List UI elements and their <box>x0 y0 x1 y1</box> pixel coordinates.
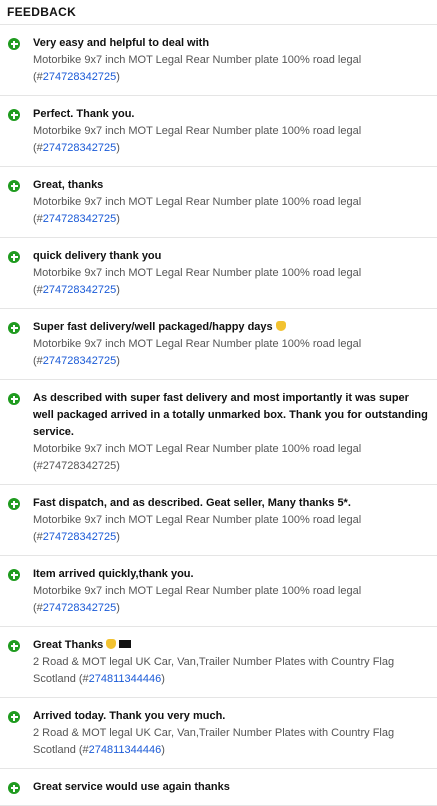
feedback-item: Very easy and helpful to deal with Motorb… <box>0 25 437 96</box>
feedback-comment-text: As described with super fast delivery an… <box>33 392 428 438</box>
feedback-item: Super fast delivery/well packaged/happy … <box>0 309 437 380</box>
product-suffix: ) <box>116 71 120 83</box>
plus-circle-icon <box>8 782 20 794</box>
feedback-comment: Great service would use again thanks <box>33 779 431 796</box>
item-number-link[interactable]: 274728342725 <box>43 531 116 543</box>
feedback-comment-text: Very easy and helpful to deal with <box>33 37 210 49</box>
feedback-item: Fast dispatch, and as described. Geat se… <box>0 485 437 556</box>
plus-circle-icon <box>8 640 20 652</box>
feedback-item: quick delivery thank you Motorbike 9x7 in… <box>0 238 437 309</box>
plus-circle-icon <box>8 251 20 263</box>
item-number-link[interactable]: 274728342725 <box>43 71 116 83</box>
thumbs-up-emoji-icon <box>275 321 286 331</box>
plus-circle-icon <box>8 322 20 334</box>
product-suffix: ) <box>161 744 165 756</box>
plus-circle-icon <box>8 180 20 192</box>
item-number-link[interactable]: 274811344446 <box>89 744 162 756</box>
feedback-comment-text: Great service would use again thanks <box>33 781 230 793</box>
feedback-product: Motorbike 9x7 inch MOT Legal Rear Number… <box>33 441 431 475</box>
item-number-link[interactable]: 274728342725 <box>43 355 116 367</box>
feedback-product: 2 Road & MOT legal UK Car, Van,Trailer N… <box>33 725 431 759</box>
feedback-product: Motorbike 9x7 inch MOT Legal Rear Number… <box>33 52 431 86</box>
feedback-comment-text: Great Thanks <box>33 639 104 651</box>
feedback-comment-text: Fast dispatch, and as described. Geat se… <box>33 497 351 509</box>
feedback-comment-text: quick delivery thank you <box>33 250 162 262</box>
item-number-link[interactable]: 274811344446 <box>89 673 162 685</box>
feedback-comment-text: Perfect. Thank you. <box>33 108 135 120</box>
feedback-product: Motorbike 9x7 inch MOT Legal Rear Number… <box>33 336 431 370</box>
feedback-item: Great, thanks Motorbike 9x7 inch MOT Lega… <box>0 167 437 238</box>
feedback-comment: Great Thanks <box>33 637 431 654</box>
feedback-item: Great Thanks 2 Road & MOT legal UK Car, V… <box>0 627 437 698</box>
plus-circle-icon <box>8 711 20 723</box>
feedback-product: Motorbike 9x7 inch MOT Legal Rear Number… <box>33 265 431 299</box>
feedback-comment: Arrived today. Thank you very much. <box>33 708 431 725</box>
feedback-item: Perfect. Thank you. Motorbike 9x7 inch MO… <box>0 96 437 167</box>
plus-circle-icon <box>8 569 20 581</box>
feedback-comment-text: Super fast delivery/well packaged/happy … <box>33 321 273 333</box>
item-number-link[interactable]: 274728342725 <box>43 142 116 154</box>
plus-circle-icon <box>8 498 20 510</box>
feedback-product: Motorbike 9x7 inch MOT Legal Rear Number… <box>33 194 431 228</box>
feedback-product: Motorbike 9x7 inch MOT Legal Rear Number… <box>33 512 431 546</box>
item-number-link[interactable]: 274728342725 <box>43 284 116 296</box>
feedback-comment: quick delivery thank you <box>33 248 431 265</box>
feedback-comment-text: Arrived today. Thank you very much. <box>33 710 226 722</box>
feedback-product: Motorbike 9x7 inch MOT Legal Rear Number… <box>33 123 431 157</box>
product-title: 2 Road & MOT legal UK Car, Van,Trailer N… <box>33 656 395 685</box>
item-number-link: 274728342725 <box>42 460 117 472</box>
product-suffix: ) <box>116 602 120 614</box>
feedback-item: Item arrived quickly,thank you. Motorbike… <box>0 556 437 627</box>
feedback-comment: Item arrived quickly,thank you. <box>33 566 431 583</box>
feedback-comment: Very easy and helpful to deal with <box>33 35 431 52</box>
thumbs-up-emoji-icon <box>106 639 117 649</box>
product-suffix: ) <box>116 213 120 225</box>
product-title: 2 Road & MOT legal UK Car, Van,Trailer N… <box>33 727 395 756</box>
feedback-comment: Fast dispatch, and as described. Geat se… <box>33 495 431 512</box>
feedback-comment: Perfect. Thank you. <box>33 106 431 123</box>
feedback-product: Motorbike 9x7 inch MOT Legal Rear Number… <box>33 583 431 617</box>
plus-circle-icon <box>8 38 20 50</box>
feedback-comment: Super fast delivery/well packaged/happy … <box>33 319 431 336</box>
product-suffix: ) <box>116 460 120 472</box>
product-suffix: ) <box>161 673 165 685</box>
feedback-product: 2 Road & MOT legal UK Car, Van,Trailer N… <box>33 654 431 688</box>
plus-circle-icon <box>8 393 20 405</box>
feedback-item: As described with super fast delivery an… <box>0 380 437 485</box>
flag-emoji-icon <box>119 640 132 648</box>
feedback-panel: FEEDBACK Very easy and helpful to deal w… <box>0 0 437 806</box>
feedback-comment: As described with super fast delivery an… <box>33 390 431 441</box>
item-number-link[interactable]: 274728342725 <box>43 602 116 614</box>
product-suffix: ) <box>116 284 120 296</box>
feedback-item: Great service would use again thanks <box>0 769 437 806</box>
product-suffix: ) <box>116 142 120 154</box>
item-number-link[interactable]: 274728342725 <box>43 213 116 225</box>
feedback-item: Arrived today. Thank you very much. 2 Roa… <box>0 698 437 769</box>
product-suffix: ) <box>116 531 120 543</box>
feedback-list: Very easy and helpful to deal with Motorb… <box>0 25 437 806</box>
feedback-header: FEEDBACK <box>0 0 437 25</box>
feedback-comment: Great, thanks <box>33 177 431 194</box>
product-suffix: ) <box>116 355 120 367</box>
feedback-comment-text: Item arrived quickly,thank you. <box>33 568 194 580</box>
plus-circle-icon <box>8 109 20 121</box>
feedback-comment-text: Great, thanks <box>33 179 104 191</box>
